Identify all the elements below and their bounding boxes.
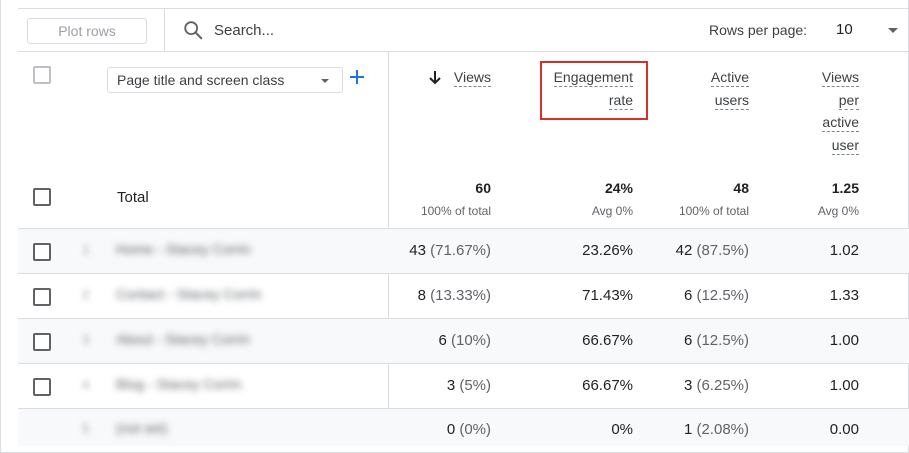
row-views-per-user: 1.00 (829, 332, 859, 349)
plot-rows-button[interactable]: Plot rows (27, 18, 147, 44)
row-engagement-rate: 66.67% (582, 332, 633, 349)
rows-per-page-label: Rows per page: (709, 22, 808, 38)
row-index: 3 (82, 332, 90, 347)
row-active-users: 3 (6.25%) (683, 377, 749, 394)
row-index: 1 (82, 242, 90, 257)
row-active-users: 42 (87.5%) (675, 242, 749, 259)
row-active-users: 6 (12.5%) (683, 287, 749, 304)
row-page-title: About - Stacey Corrin (116, 331, 250, 347)
chevron-down-icon[interactable] (888, 28, 898, 33)
row-checkbox[interactable] (33, 288, 51, 306)
row-views: 43 (71.67%) (409, 242, 491, 259)
total-active-users: 48 (733, 180, 749, 196)
chevron-down-icon (321, 79, 329, 83)
search-input[interactable] (214, 20, 414, 40)
total-views: 60 (475, 180, 491, 196)
column-header-active-users[interactable]: Active users (710, 66, 749, 111)
row-checkbox[interactable] (33, 243, 51, 261)
table-row[interactable]: 2 Contact - Stacey Corrin 8 (13.33%) 71.… (18, 273, 909, 318)
row-index: 2 (82, 287, 90, 302)
row-views-per-user: 1.02 (829, 242, 859, 259)
row-views: 3 (5%) (446, 377, 491, 394)
highlight-box (540, 61, 648, 120)
dimension-select-label: Page title and screen class (117, 72, 285, 88)
row-views: 0 (0%) (446, 421, 491, 438)
table-row[interactable]: 5 (not set) 0 (0%) 0% 1 (2.08%) 0.00 (18, 408, 909, 446)
table-row[interactable]: 3 About - Stacey Corrin 6 (10%) 66.67% 6… (18, 318, 909, 363)
row-views: 8 (13.33%) (417, 287, 491, 304)
row-page-title: (not set) (116, 420, 168, 436)
row-engagement-rate: 66.67% (582, 377, 633, 394)
row-page-title: Home - Stacey Corrin (116, 241, 251, 257)
total-engagement-rate: 24% (604, 180, 633, 196)
table-toolbar: Plot rows Rows per page: 10 (18, 9, 909, 52)
column-header-views[interactable]: Views (453, 66, 491, 89)
add-dimension-plus-icon[interactable] (348, 68, 366, 86)
total-views-per-user-sub: Avg 0% (817, 204, 859, 218)
row-active-users: 1 (2.08%) (683, 421, 749, 438)
row-views-per-user: 1.33 (829, 287, 859, 304)
table-row[interactable]: 4 Blog - Stacey Corrin 3 (5%) 66.67% 3 (… (18, 363, 909, 408)
row-index: 5 (82, 421, 90, 436)
row-page-title: Contact - Stacey Corrin (116, 286, 262, 302)
row-engagement-rate: 0% (611, 421, 633, 438)
row-page-title: Blog - Stacey Corrin (116, 376, 242, 392)
search-icon (184, 21, 203, 40)
total-views-per-user: 1.25 (831, 180, 859, 196)
total-label: Total (117, 189, 149, 206)
row-index: 4 (82, 377, 90, 392)
header-checkbox[interactable] (33, 66, 51, 84)
rows-per-page-select[interactable]: 10 (836, 21, 853, 38)
toolbar-divider (164, 9, 165, 52)
table-row[interactable]: 1 Home - Stacey Corrin 43 (71.67%) 23.26… (18, 228, 909, 273)
sort-descending-arrow-icon[interactable] (428, 69, 442, 85)
row-engagement-rate: 23.26% (582, 242, 633, 259)
total-active-users-sub: 100% of total (678, 204, 749, 218)
column-header-views-per-active-user[interactable]: Views per active user (821, 66, 859, 156)
row-views-per-user: 1.00 (829, 377, 859, 394)
row-engagement-rate: 71.43% (582, 287, 633, 304)
total-checkbox[interactable] (33, 188, 51, 206)
row-views: 6 (10%) (438, 332, 491, 349)
row-views-per-user: 0.00 (829, 421, 859, 438)
row-checkbox[interactable] (33, 333, 51, 351)
row-checkbox[interactable] (33, 378, 51, 396)
total-views-sub: 100% of total (420, 204, 491, 218)
total-engagement-rate-sub: Avg 0% (591, 204, 633, 218)
row-active-users: 6 (12.5%) (683, 332, 749, 349)
dimension-select[interactable]: Page title and screen class (107, 67, 343, 93)
